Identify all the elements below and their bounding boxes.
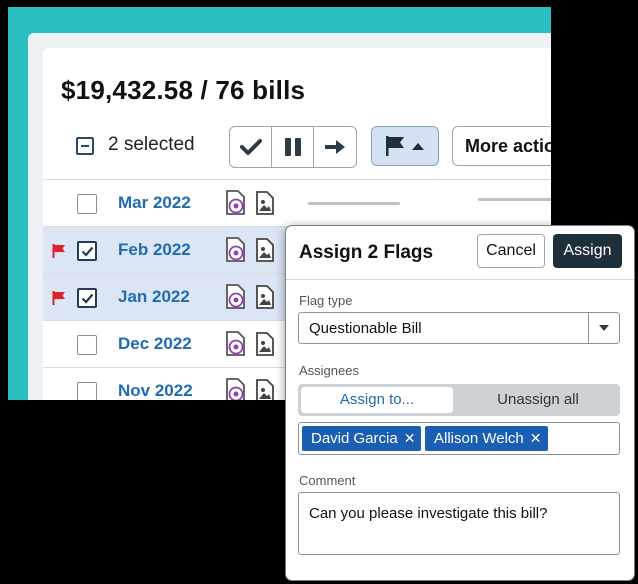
checkmark-icon [81, 293, 94, 304]
hold-button[interactable] [272, 127, 314, 167]
assign-to-tab[interactable]: Assign to... [301, 387, 453, 413]
forward-button[interactable] [314, 127, 356, 167]
arrow-right-icon [325, 140, 345, 154]
document-icon[interactable] [225, 237, 247, 263]
selected-count: 2 selected [108, 134, 195, 155]
document-icon[interactable] [225, 378, 247, 400]
checkmark-icon [239, 139, 262, 155]
assignee-chip: Allison Welch ✕ [425, 426, 548, 451]
placeholder-bar [478, 198, 551, 201]
document-icon[interactable] [225, 331, 247, 357]
image-icon[interactable] [255, 238, 275, 262]
image-icon[interactable] [255, 379, 275, 400]
assignees-toggle: Assign to... Unassign all [298, 384, 620, 416]
remove-icon[interactable]: ✕ [404, 430, 416, 446]
bill-date-link[interactable]: Nov 2022 [118, 381, 193, 400]
document-icon[interactable] [225, 190, 247, 216]
flag-menu-button[interactable] [371, 126, 439, 166]
flag-type-value: Questionable Bill [309, 320, 422, 337]
bills-summary: $19,432.58 / 76 bills [61, 75, 306, 105]
row-checkbox[interactable] [77, 382, 97, 400]
row-checkbox[interactable] [77, 241, 97, 261]
bill-row[interactable]: Mar 2022 [43, 179, 551, 226]
checkmark-icon [81, 246, 94, 257]
placeholder-bar [308, 202, 400, 205]
chevron-down-icon [588, 313, 619, 343]
assignee-name: Allison Welch [434, 430, 524, 447]
dialog-title: Assign 2 Flags [299, 242, 434, 263]
image-icon[interactable] [255, 332, 275, 356]
select-all-checkbox[interactable] [76, 137, 94, 155]
assignee-chip: David Garcia ✕ [302, 426, 422, 451]
assignees-label: Assignees [299, 363, 359, 378]
bill-date-link[interactable]: Mar 2022 [118, 193, 191, 213]
caret-up-icon [412, 143, 424, 150]
image-icon[interactable] [255, 191, 275, 215]
row-checkbox[interactable] [77, 335, 97, 355]
flag-type-select[interactable]: Questionable Bill [298, 312, 620, 344]
approve-button[interactable] [230, 127, 272, 167]
flag-type-label: Flag type [299, 293, 353, 308]
unassign-all-tab[interactable]: Unassign all [458, 387, 618, 413]
flag-icon [52, 244, 65, 258]
document-icon[interactable] [225, 284, 247, 310]
pause-icon [284, 138, 301, 156]
remove-icon[interactable]: ✕ [530, 430, 542, 446]
comment-textarea[interactable]: Can you please investigate this bill? [298, 492, 620, 555]
row-checkbox[interactable] [77, 288, 97, 308]
assignees-field[interactable]: David Garcia ✕ Allison Welch ✕ [298, 422, 620, 455]
bill-date-link[interactable]: Jan 2022 [118, 287, 190, 307]
assignee-name: David Garcia [311, 430, 398, 447]
image-icon[interactable] [255, 285, 275, 309]
dialog-divider [286, 279, 634, 280]
more-actions-button[interactable]: More actio [452, 126, 551, 166]
assign-button[interactable]: Assign [553, 234, 622, 268]
comment-label: Comment [299, 473, 356, 488]
flag-icon [386, 136, 404, 156]
bill-date-link[interactable]: Feb 2022 [118, 240, 191, 260]
flag-icon [52, 291, 65, 305]
cancel-button[interactable]: Cancel [477, 234, 545, 268]
assign-flags-dialog: Assign 2 Flags Cancel Assign Flag type Q… [285, 225, 635, 581]
bulk-action-group [229, 126, 357, 168]
bill-date-link[interactable]: Dec 2022 [118, 334, 192, 354]
row-checkbox[interactable] [77, 194, 97, 214]
